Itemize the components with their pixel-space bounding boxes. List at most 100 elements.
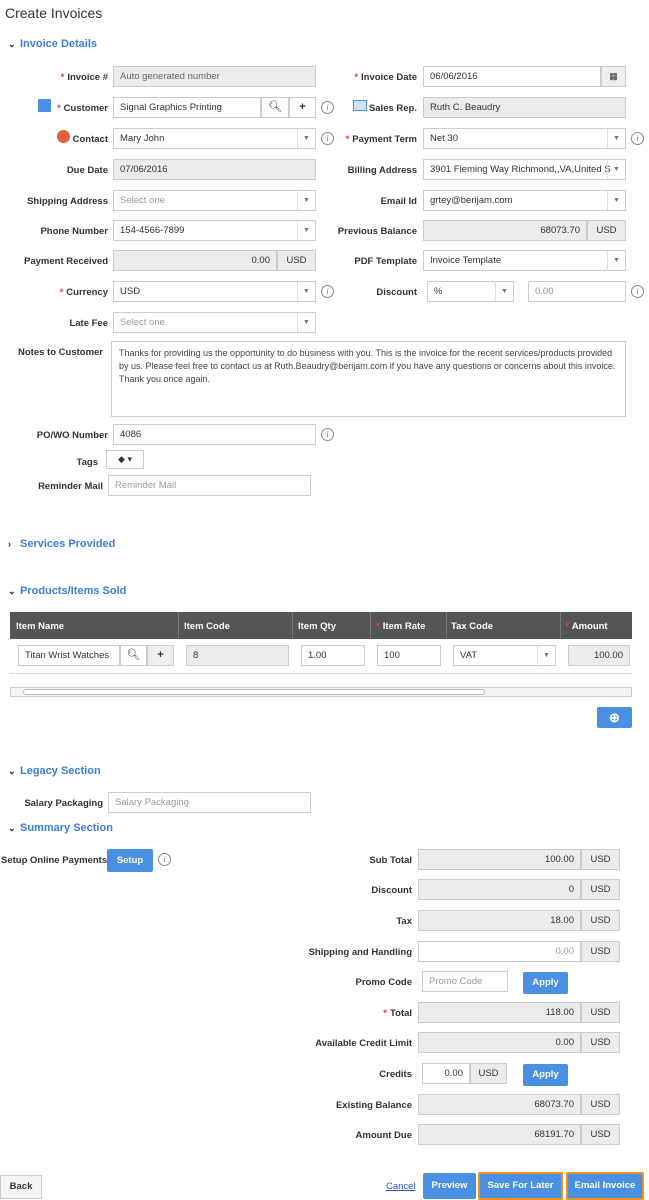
chevron-down-icon: ▼ xyxy=(537,646,555,665)
cancel-link[interactable]: Cancel xyxy=(386,1181,416,1192)
info-icon[interactable]: i xyxy=(321,101,334,114)
tag-icon[interactable]: ◆ ▾ xyxy=(106,450,144,469)
item-qty-input[interactable]: 1.00 xyxy=(301,645,365,666)
save-for-later-button[interactable]: Save For Later xyxy=(478,1172,563,1200)
item-name-input[interactable]: Titan Wrist Watches xyxy=(18,645,120,666)
email-invoice-button[interactable]: Email Invoice xyxy=(566,1172,644,1200)
currency-unit: USD xyxy=(470,1063,507,1084)
section-services-provided[interactable]: › Services Provided xyxy=(8,538,115,550)
sales-rep-field: Ruth C. Beaudry xyxy=(423,97,626,118)
section-title: Services Provided xyxy=(20,538,116,550)
search-icon[interactable]: 🔍︎ xyxy=(261,97,289,118)
promo-label: Promo Code xyxy=(355,977,412,988)
due-date-field: 07/06/2016 xyxy=(113,159,316,180)
shipping-address-select[interactable]: Select one ▼ xyxy=(113,190,316,211)
sub-total-field: 100.00 xyxy=(418,849,581,870)
tax-code-select[interactable]: VAT ▼ xyxy=(453,645,556,666)
info-icon[interactable]: i xyxy=(321,132,334,145)
prev-balance-field: 68073.70 xyxy=(423,220,587,241)
add-item-button[interactable]: + xyxy=(147,645,174,666)
info-icon[interactable]: i xyxy=(631,132,644,145)
summary-discount-field: 0 xyxy=(418,879,581,900)
invoice-no-field: Auto generated number xyxy=(113,66,316,87)
pdf-template-select[interactable]: Invoice Template ▼ xyxy=(423,250,626,271)
pdf-template-label: PDF Template xyxy=(354,256,417,267)
email-label: Email Id xyxy=(380,196,417,207)
currency-unit: USD xyxy=(581,1094,620,1115)
info-icon[interactable]: i xyxy=(158,853,171,866)
credits-input[interactable]: 0.00 xyxy=(422,1063,470,1084)
contact-people-icon xyxy=(57,130,70,143)
chevron-down-icon: ▼ xyxy=(297,221,315,240)
customer-input[interactable]: Signal Graphics Printing xyxy=(113,97,261,118)
setup-button[interactable]: Setup xyxy=(107,849,153,872)
currency-select[interactable]: USD ▼ xyxy=(113,281,316,302)
section-invoice-details[interactable]: ⌄ Invoice Details xyxy=(8,38,97,50)
discount-label: Discount xyxy=(376,287,417,298)
section-summary[interactable]: ⌄ Summary Section xyxy=(8,822,113,834)
credits-label: Credits xyxy=(379,1069,412,1080)
horizontal-scrollbar[interactable] xyxy=(10,687,632,697)
late-fee-label: Late Fee xyxy=(69,318,108,329)
section-products-items[interactable]: ⌄ Products/Items Sold xyxy=(8,585,126,597)
items-table-header: Item Name Item Code Item Qty * Item Rate … xyxy=(10,612,632,639)
po-label: PO/WO Number xyxy=(36,430,108,441)
contact-label: Contact xyxy=(72,134,108,145)
invoice-no-label: * Invoice # xyxy=(60,72,108,83)
apply-promo-button[interactable]: Apply xyxy=(523,972,568,994)
discount-type-select[interactable]: % ▼ xyxy=(427,281,514,302)
credit-limit-label: Available Credit Limit xyxy=(315,1038,412,1049)
phone-select[interactable]: 154-4566-7899 ▼ xyxy=(113,220,316,241)
apply-credits-button[interactable]: Apply xyxy=(523,1064,568,1086)
chevron-down-icon: ▼ xyxy=(297,313,315,332)
section-legacy[interactable]: ⌄ Legacy Section xyxy=(8,765,101,777)
section-title: Products/Items Sold xyxy=(20,585,127,597)
preview-button[interactable]: Preview xyxy=(423,1173,476,1199)
col-item-name: Item Name xyxy=(16,621,65,632)
billing-address-select[interactable]: 3901 Fleming Way Richmond,,VA,United S ▼ xyxy=(423,159,626,180)
chevron-down-icon: ▼ xyxy=(495,282,513,301)
info-icon[interactable]: i xyxy=(321,428,334,441)
chevron-down-icon: ⌄ xyxy=(8,586,16,596)
currency-unit: USD xyxy=(581,849,620,870)
section-title: Summary Section xyxy=(20,822,113,834)
item-rate-input[interactable]: 100 xyxy=(377,645,441,666)
chevron-down-icon: ⌄ xyxy=(8,766,16,776)
discount-input[interactable]: 0.00 xyxy=(528,281,626,302)
col-amount: * Amount xyxy=(565,621,608,632)
search-icon[interactable]: 🔍︎ xyxy=(120,645,147,666)
payment-term-select[interactable]: Net 30 ▼ xyxy=(423,128,626,149)
reminder-input[interactable]: Reminder Mail xyxy=(108,475,311,496)
chevron-down-icon: ▼ xyxy=(607,160,625,179)
add-row-button[interactable]: ⊕ xyxy=(597,707,632,728)
info-icon[interactable]: i xyxy=(321,285,334,298)
back-button[interactable]: Back xyxy=(0,1175,42,1199)
po-input[interactable]: 4086 xyxy=(113,424,316,445)
notes-textarea[interactable]: Thanks for providing us the opportunity … xyxy=(111,341,626,417)
invoice-date-input[interactable]: 06/06/2016 xyxy=(423,66,601,87)
payment-received-label: Payment Received xyxy=(24,256,108,267)
scrollbar-thumb[interactable] xyxy=(23,689,485,695)
col-tax-code: Tax Code xyxy=(451,621,494,632)
email-select[interactable]: grtey@berijam.com ▼ xyxy=(423,190,626,211)
chevron-down-icon: ▼ xyxy=(607,191,625,210)
add-customer-button[interactable]: + xyxy=(289,97,316,118)
customer-label: * Customer xyxy=(56,103,108,114)
calendar-icon[interactable]: ▦ xyxy=(601,66,626,87)
late-fee-select[interactable]: Select one ▼ xyxy=(113,312,316,333)
info-icon[interactable]: i xyxy=(631,285,644,298)
contact-select[interactable]: Mary John ▼ xyxy=(113,128,316,149)
salary-packaging-input[interactable]: Salary Packaging xyxy=(108,792,311,813)
currency-unit: USD xyxy=(581,879,620,900)
chevron-down-icon: ▼ xyxy=(297,282,315,301)
shipping-input[interactable]: 0.00 xyxy=(418,941,581,962)
currency-unit: USD xyxy=(581,910,620,931)
promo-input[interactable]: Promo Code xyxy=(422,971,508,992)
section-title: Legacy Section xyxy=(20,765,101,777)
customer-building-icon xyxy=(38,99,51,112)
page-title: Create Invoices xyxy=(5,5,103,21)
total-field: 118.00 xyxy=(418,1002,581,1023)
amount-field: 100.00 xyxy=(568,645,630,666)
tags-label: Tags xyxy=(76,457,98,468)
shipping-label: Shipping and Handling xyxy=(308,947,412,958)
